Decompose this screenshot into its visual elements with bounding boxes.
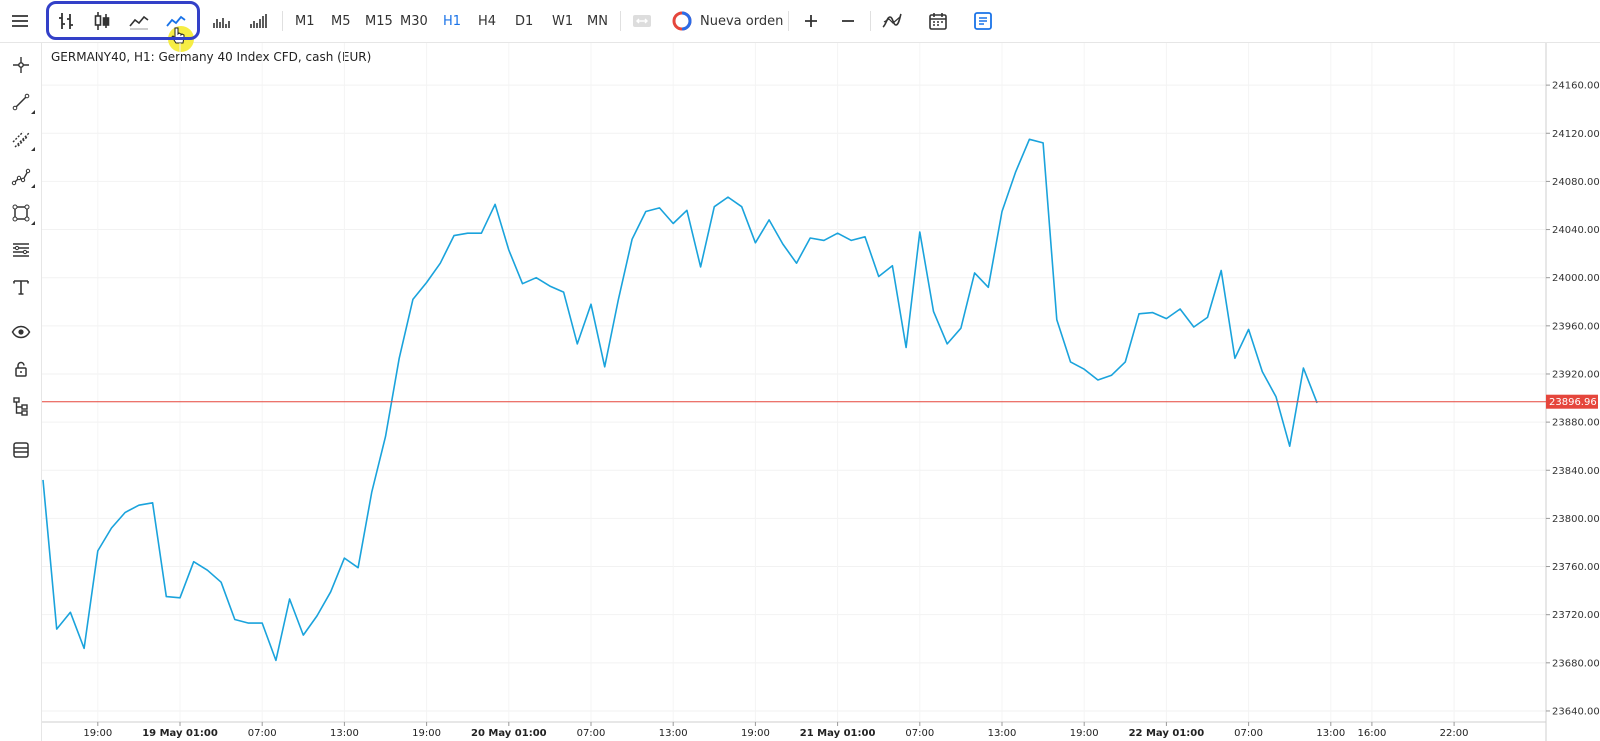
- y-tick-label: 23720.00: [1552, 610, 1600, 621]
- y-tick-label: 24120.00: [1552, 129, 1600, 140]
- sync-chart-icon[interactable]: [628, 6, 656, 36]
- x-tick-label: 07:00: [577, 728, 606, 739]
- timeframe-m1[interactable]: M1: [293, 6, 317, 36]
- y-tick-label: 23920.00: [1552, 369, 1600, 380]
- timeframe-w1[interactable]: W1: [550, 6, 575, 36]
- x-tick-label: 13:00: [1316, 728, 1345, 739]
- toolbar-divider: [870, 11, 871, 31]
- x-tick-label: 19:00: [83, 728, 112, 739]
- price-series-line: [42, 138, 1318, 662]
- zoom-in-icon[interactable]: [797, 6, 825, 36]
- new-order-icon: [672, 11, 692, 31]
- toolbar-divider: [620, 11, 621, 31]
- x-tick-label: 22 May 01:00: [1129, 728, 1205, 739]
- x-tick-label: 19:00: [1070, 728, 1099, 739]
- y-tick-label: 24040.00: [1552, 225, 1600, 236]
- timeframe-mn[interactable]: MN: [585, 6, 610, 36]
- time-axis: 19:00 19 May 01:00 07:00 13:00 19:00 20 May 0…: [83, 722, 1469, 739]
- timeframe-h1[interactable]: H1: [441, 6, 463, 36]
- x-tick-label: 13:00: [330, 728, 359, 739]
- y-tick-label: 24080.00: [1552, 177, 1600, 188]
- tick-volume-chart-icon[interactable]: [244, 6, 272, 36]
- hamburger-menu-icon[interactable]: [6, 6, 34, 36]
- y-tick-label: 24160.00: [1552, 81, 1600, 92]
- x-tick-label: 13:00: [988, 728, 1017, 739]
- timeframe-m30[interactable]: M30: [398, 6, 430, 36]
- y-tick-label: 23880.00: [1552, 418, 1600, 429]
- y-tick-label: 23960.00: [1552, 321, 1600, 332]
- toolbar-divider: [788, 11, 789, 31]
- timeframe-h4[interactable]: H4: [476, 6, 498, 36]
- price-chart[interactable]: 24160.00 24120.00 24080.00 24040.00 24000.00…: [0, 43, 1600, 741]
- new-order-label: Nueva orden: [700, 13, 784, 29]
- top-toolbar: M1 M5 M15 M30 H1 H4 D1 W1 MN Nueva orden: [0, 0, 1600, 52]
- timeframe-m5[interactable]: M5: [329, 6, 353, 36]
- x-tick-label: 21 May 01:00: [800, 728, 876, 739]
- y-tick-label: 24000.00: [1552, 273, 1600, 284]
- y-tick-label: 23640.00: [1552, 706, 1600, 717]
- chart-type-highlight: [46, 1, 200, 40]
- x-tick-label: 19 May 01:00: [142, 728, 218, 739]
- y-tick-label: 23840.00: [1552, 466, 1600, 477]
- x-tick-label: 16:00: [1357, 728, 1386, 739]
- y-tick-label: 23680.00: [1552, 658, 1600, 669]
- toolbar-divider: [282, 11, 283, 31]
- volume-chart-icon[interactable]: [207, 6, 235, 36]
- x-tick-label: 13:00: [659, 728, 688, 739]
- y-tick-label: 23760.00: [1552, 562, 1600, 573]
- chart-grid: [42, 43, 1546, 722]
- x-tick-label: 07:00: [905, 728, 934, 739]
- x-tick-label: 07:00: [1234, 728, 1263, 739]
- x-tick-label: 07:00: [248, 728, 277, 739]
- zoom-out-icon[interactable]: [834, 6, 862, 36]
- timeframe-d1[interactable]: D1: [513, 6, 535, 36]
- timeframe-m15[interactable]: M15: [363, 6, 395, 36]
- x-tick-label: 19:00: [412, 728, 441, 739]
- y-tick-label: 23800.00: [1552, 514, 1600, 525]
- new-order-button[interactable]: Nueva orden: [672, 6, 783, 36]
- x-tick-label: 22:00: [1440, 728, 1469, 739]
- current-price-label: 23896.96: [1549, 397, 1597, 408]
- indicators-icon[interactable]: [878, 6, 906, 36]
- x-tick-label: 20 May 01:00: [471, 728, 547, 739]
- notes-icon[interactable]: [969, 6, 997, 36]
- x-tick-label: 19:00: [741, 728, 770, 739]
- calendar-icon[interactable]: [924, 6, 952, 36]
